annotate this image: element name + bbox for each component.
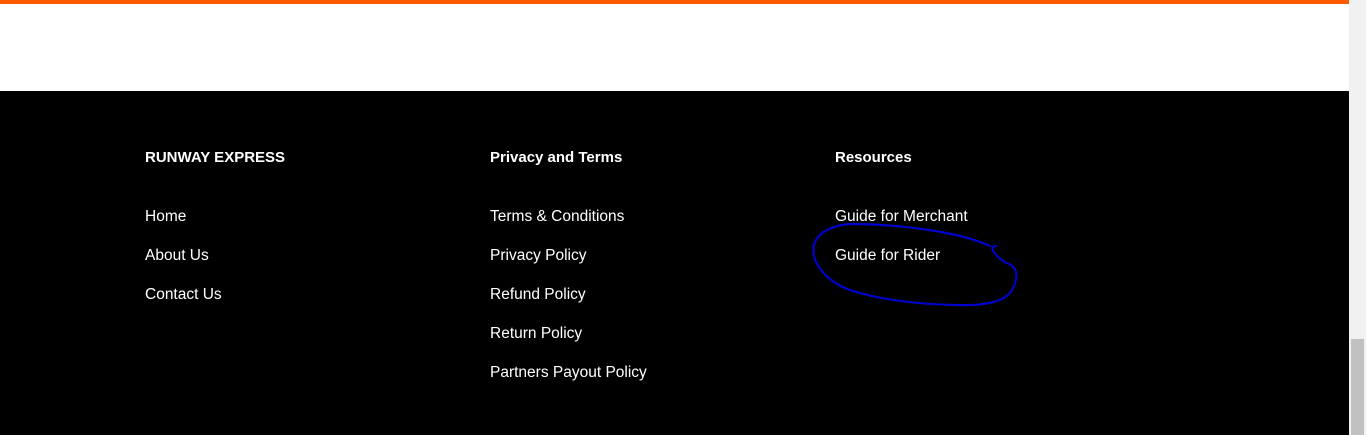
footer-link-guide-for-rider[interactable]: Guide for Rider (835, 247, 940, 265)
list-item: Guide for Rider (835, 247, 968, 286)
footer-link-refund-policy[interactable]: Refund Policy (490, 286, 586, 304)
footer-link-guide-for-merchant[interactable]: Guide for Merchant (835, 208, 968, 226)
list-item: Guide for Merchant (835, 208, 968, 247)
list-item: Privacy Policy (490, 247, 647, 286)
list-item: Return Policy (490, 325, 647, 364)
footer-links-privacy-and-terms: Terms & Conditions Privacy Policy Refund… (490, 208, 647, 403)
footer-link-contact-us[interactable]: Contact Us (145, 286, 222, 304)
footer-links-resources: Guide for Merchant Guide for Rider (835, 208, 968, 286)
list-item: About Us (145, 247, 222, 286)
list-item: Home (145, 208, 222, 247)
footer-link-terms-conditions[interactable]: Terms & Conditions (490, 208, 624, 226)
footer-link-partners-payout-policy[interactable]: Partners Payout Policy (490, 364, 647, 382)
top-section (0, 0, 1349, 91)
list-item: Terms & Conditions (490, 208, 647, 247)
page: RUNWAY EXPRESS Home About Us Contact Us … (0, 0, 1366, 435)
footer-link-privacy-policy[interactable]: Privacy Policy (490, 247, 586, 265)
list-item: Refund Policy (490, 286, 647, 325)
footer-link-home[interactable]: Home (145, 208, 186, 226)
footer-heading-privacy-and-terms: Privacy and Terms (490, 149, 623, 166)
footer-link-return-policy[interactable]: Return Policy (490, 325, 582, 343)
footer-heading-runway-express: RUNWAY EXPRESS (145, 149, 286, 166)
footer-link-about-us[interactable]: About Us (145, 247, 209, 265)
list-item: Contact Us (145, 286, 222, 325)
vertical-scrollbar-thumb[interactable] (1351, 339, 1364, 435)
footer-links-runway-express: Home About Us Contact Us (145, 208, 222, 325)
accent-bar (0, 0, 1349, 4)
site-footer: RUNWAY EXPRESS Home About Us Contact Us … (0, 91, 1349, 435)
footer-heading-resources: Resources (835, 149, 912, 166)
list-item: Partners Payout Policy (490, 364, 647, 403)
